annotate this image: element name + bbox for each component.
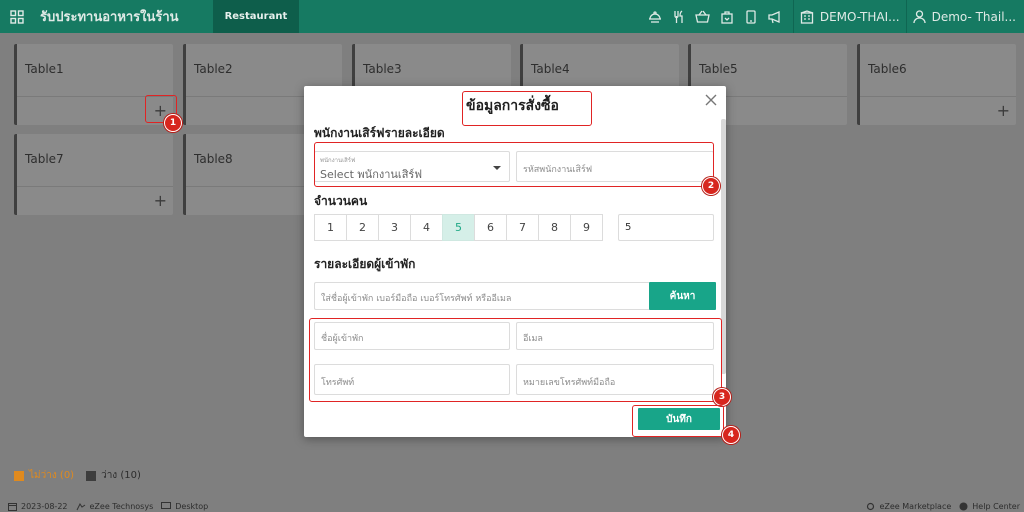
status-legend: ไม่ว่าง (0) ว่าง (10) [14,468,141,483]
highlight-box [632,405,724,437]
search-button[interactable]: ค้นหา [649,282,716,310]
table-card[interactable]: Table7 + [14,134,173,215]
table-name: Table6 [868,62,907,76]
step-badge: 3 [713,388,731,406]
guest-search-input[interactable]: ใส่ชื่อผู้เข้าพัก เบอร์มือถือ เบอร์โทรศั… [314,282,650,310]
highlight-box [462,91,592,126]
current-date: 2023-08-22 [21,501,68,511]
divider [792,0,794,33]
pax-option[interactable]: 1 [314,214,347,241]
table-card[interactable]: Table6 + [857,44,1016,125]
utensils-icon[interactable] [668,0,690,33]
company-name: eZee Technosys [89,501,154,511]
pax-option[interactable]: 6 [474,214,507,241]
table-name: Table3 [363,62,402,76]
pax-option[interactable]: 9 [570,214,603,241]
step-badge: 1 [164,114,182,132]
user-name: Demo- Thail... [931,9,1016,24]
pax-option[interactable]: 2 [346,214,379,241]
table-name: Table7 [25,152,64,166]
guest-section-title: รายละเอียดผู้เข้าพัก [314,257,416,271]
add-order-icon[interactable]: + [154,193,167,209]
property-selector[interactable]: DEMO-THAI... [800,10,900,24]
tab-restaurant[interactable]: Restaurant [212,0,300,33]
device-type: Desktop [175,501,209,511]
pax-option[interactable]: 3 [378,214,411,241]
pax-option[interactable]: 8 [538,214,571,241]
pax-option-selected[interactable]: 5 [442,214,475,241]
mobile-order-icon[interactable] [740,0,762,33]
table-name: Table4 [531,62,570,76]
calendar-icon [8,502,17,511]
pax-selector: 1 2 3 4 5 6 7 8 9 [314,214,603,241]
waiter-section-title: พนักงานเสิร์ฟรายละเอียด [314,126,445,140]
step-badge: 2 [702,177,720,195]
table-name: Table2 [194,62,233,76]
marketplace-link[interactable]: eZee Marketplace [866,502,951,511]
help-center-link[interactable]: Help Center [959,502,1020,511]
table-name: Table8 [194,152,233,166]
user-icon [912,9,926,23]
delivery-icon[interactable] [644,0,666,33]
apps-grid-icon[interactable] [2,0,32,33]
top-bar: รับประทานอาหารในร้าน Restaurant DEMO-THA… [0,0,1024,33]
vacant-swatch [86,470,97,481]
highlight-box [309,318,722,402]
occupied-swatch [14,470,24,481]
basket-icon[interactable] [692,0,714,33]
table-name: Table5 [699,62,738,76]
status-bar: 2023-08-22 eZee Technosys Desktop eZee M… [0,500,1024,512]
highlight-box [314,142,714,187]
step-badge: 4 [722,426,740,444]
table-name: Table1 [25,62,64,76]
help-icon [959,502,968,510]
property-name: DEMO-THAI... [819,9,900,24]
add-order-icon[interactable]: + [997,103,1010,119]
company-icon [76,502,85,510]
desktop-icon [161,501,172,509]
pax-option[interactable]: 4 [410,214,443,241]
divider [905,0,907,33]
megaphone-icon[interactable] [764,0,786,33]
pax-section-title: จำนวนคน [314,194,368,208]
vacant-label: ว่าง (10) [101,470,141,481]
pax-option[interactable]: 7 [506,214,539,241]
building-icon [800,9,814,24]
app-title: รับประทานอาหารในร้าน [40,10,179,25]
occupied-label: ไม่ว่าง (0) [29,470,75,481]
gear-icon [867,502,875,510]
pax-count-input[interactable]: 5 [618,214,714,241]
user-menu[interactable]: Demo- Thail... [912,9,1016,24]
close-icon[interactable] [704,93,718,107]
bag-icon[interactable] [716,0,738,33]
